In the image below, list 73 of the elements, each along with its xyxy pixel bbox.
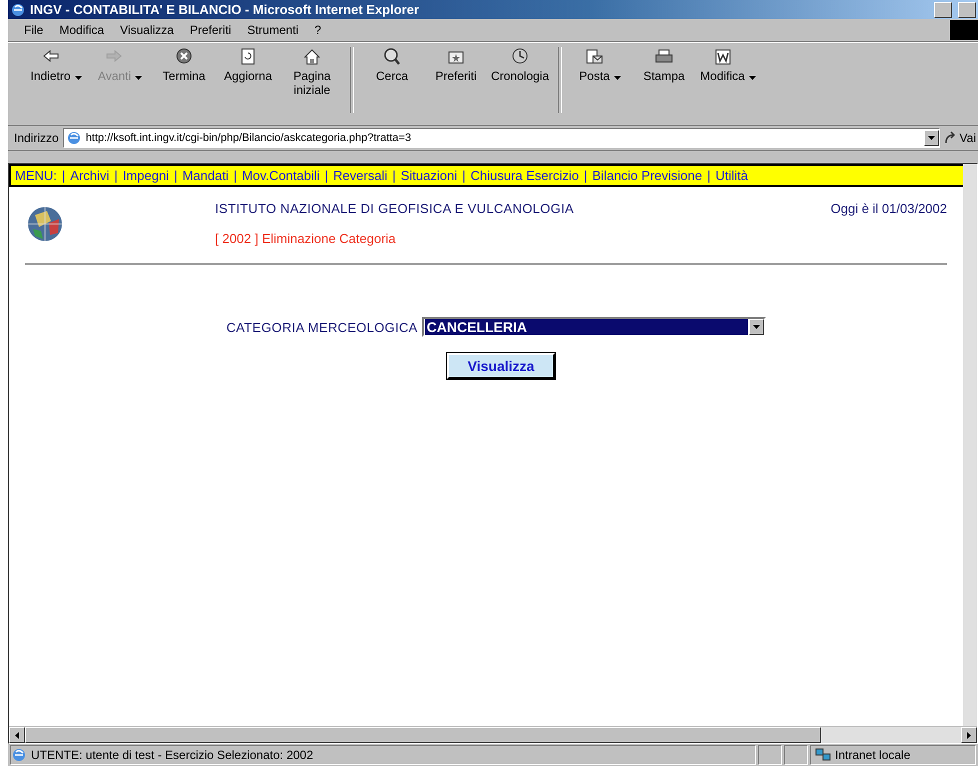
menu-item[interactable]: ? — [306, 21, 330, 39]
menu-item[interactable]: Visualizza — [112, 21, 182, 39]
dropdown-button[interactable] — [924, 130, 939, 146]
browser-icon — [66, 130, 82, 146]
right-arrow-icon — [967, 732, 971, 738]
toolbar-button[interactable]: Stampa — [632, 47, 696, 83]
separator: | — [114, 168, 118, 183]
field-label: CATEGORIA MERCEOLOGICA — [226, 320, 418, 334]
caret-icon — [748, 76, 756, 80]
view-button[interactable]: Visualizza — [446, 353, 556, 379]
separator: | — [392, 168, 396, 183]
toolbar-button[interactable]: Cerca — [360, 47, 424, 83]
caret-icon — [74, 76, 82, 80]
separator: | — [324, 168, 328, 183]
minimize-button[interactable] — [934, 2, 952, 18]
toolbar-button[interactable]: Aggiorna — [216, 47, 280, 83]
page-subtitle: [ 2002 ] Eliminazione Categoria — [215, 231, 397, 247]
scroll-right-button[interactable] — [961, 727, 977, 743]
menu-link[interactable]: Situazioni — [400, 168, 458, 183]
toolbar-button[interactable]: Modifica — [696, 47, 760, 83]
vertical-scrollbar[interactable] — [963, 164, 977, 726]
menu-item[interactable]: File — [16, 21, 52, 39]
menu-item[interactable]: Modifica — [51, 21, 112, 39]
menu-label: MENU: — [15, 168, 57, 183]
status-text: UTENTE: utente di test - Esercizio Selezionato: 2002 — [31, 748, 314, 762]
separator: | — [584, 168, 588, 183]
menu-link[interactable]: Impegni — [122, 168, 169, 183]
menu-link[interactable]: Mov.Contabili — [242, 168, 320, 183]
address-label: Indirizzo — [14, 131, 59, 145]
go-arrow-icon — [944, 131, 958, 145]
go-button[interactable]: Vai — [944, 131, 978, 145]
caret-icon — [752, 325, 760, 329]
separator: | — [462, 168, 466, 183]
zone-text: Intranet locale — [835, 748, 910, 762]
separator: | — [174, 168, 178, 183]
separator: | — [62, 168, 66, 183]
institute-name: ISTITUTO NAZIONALE DI GEOFISICA E VULCANOLOGIA — [215, 201, 575, 217]
menu-link[interactable]: Mandati — [182, 168, 229, 183]
window-title: INGV - CONTABILITA' E BILANCIO - Microsoft Internet Explorer — [30, 2, 420, 17]
status-panel — [784, 745, 808, 765]
network-icon — [815, 748, 831, 762]
restore-button[interactable] — [958, 2, 976, 18]
menu-link[interactable]: Utilità — [716, 168, 748, 183]
dropdown-button[interactable] — [748, 319, 764, 335]
caret-icon — [928, 136, 935, 140]
scroll-left-button[interactable] — [9, 727, 25, 743]
status-panel — [758, 745, 782, 765]
home-icon — [302, 47, 322, 67]
category-select[interactable]: CANCELLERIA — [422, 317, 766, 337]
toolbar-button[interactable]: Cronologia — [488, 47, 552, 83]
menu-link[interactable]: Reversali — [333, 168, 388, 183]
caret-icon — [614, 76, 621, 80]
toolbar-button[interactable]: Preferiti — [424, 47, 488, 83]
date-text: Oggi è il 01/03/2002 — [830, 201, 947, 217]
search-icon — [382, 47, 402, 67]
horizontal-scrollbar[interactable] — [9, 726, 977, 743]
document-icon — [712, 47, 732, 67]
caret-icon — [135, 76, 142, 80]
browser-icon — [11, 747, 27, 763]
menu-item[interactable]: Preferiti — [182, 21, 240, 39]
left-arrow-icon — [15, 732, 19, 738]
toolbar-button[interactable]: Pagina iniziale — [280, 47, 344, 97]
browser-icon — [10, 2, 26, 18]
address-field[interactable]: http://ksoft.int.ingv.it/cgi-bin/php/Bilancio/askcategoria.php?tratta=3 — [62, 128, 940, 148]
separator: | — [707, 168, 710, 183]
menu-link[interactable]: Bilancio Previsione — [592, 168, 702, 183]
menu-item[interactable]: Strumenti — [239, 21, 307, 39]
menu-link[interactable]: Archivi — [70, 168, 110, 183]
toolbar-button[interactable]: Posta — [568, 47, 632, 83]
toolbar-button[interactable]: Termina — [152, 47, 216, 83]
toolbar-button[interactable]: Indietro — [24, 47, 88, 83]
menu-link[interactable]: Chiusura Esercizio — [470, 168, 579, 183]
separator: | — [234, 168, 237, 183]
